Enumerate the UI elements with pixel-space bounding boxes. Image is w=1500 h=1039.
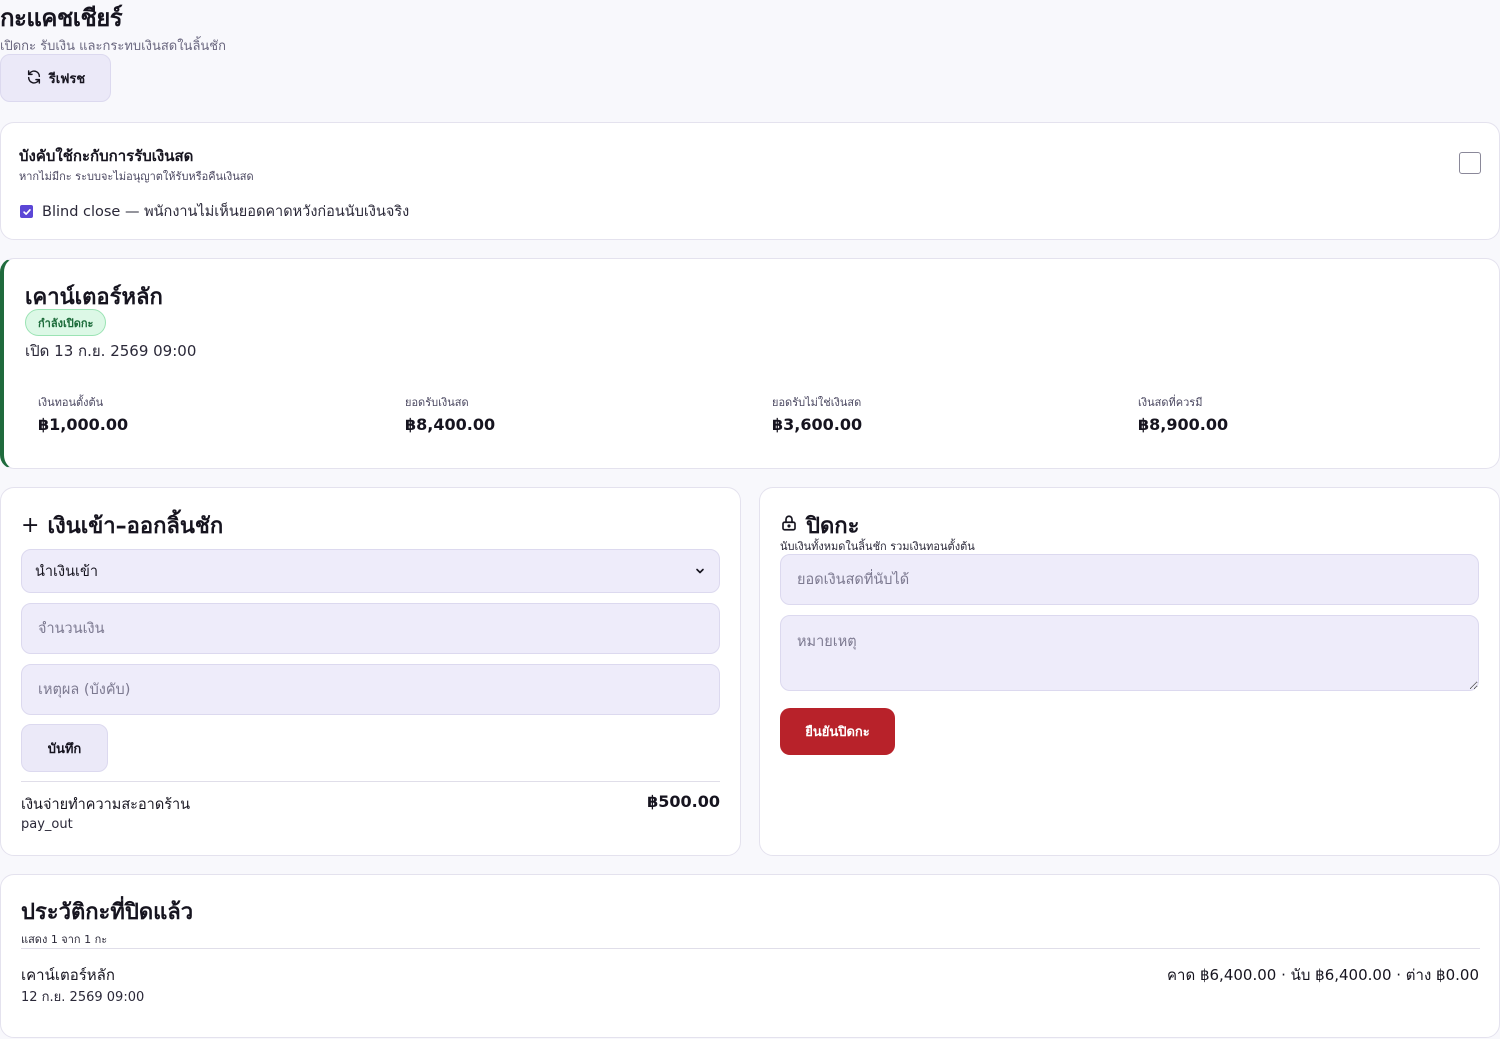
status-badge: กำลังเปิดกะ [25,309,107,336]
history-date: 12 ก.ย. 2569 09:00 [21,990,145,1005]
page-subtitle: เปิดกะ รับเงิน และกระทบเงินสดในลิ้นชัก [0,39,226,54]
shift-opened-at: เปิด 13 ก.ย. 2569 09:00 [25,342,197,360]
movement-type-value: นำเงินเข้า [35,563,99,580]
transaction-description: เงินจ่ายทำความสะอาดร้าน [21,797,191,813]
lock-icon [780,513,798,538]
refresh-button[interactable]: รีเฟรช [0,54,111,102]
plus-icon: + [21,513,40,538]
chevron-down-icon [696,568,704,574]
transaction-type: pay_out [21,817,73,832]
page-header: กะแคชเชียร์ เปิดกะ รับเงิน และกระทบเงินส… [0,0,1500,110]
blind-close-label: Blind close — พนักงานไม่เห็นยอดคาดหวังก่… [42,204,410,220]
stat-value: ฿1,000.00 [38,415,129,434]
stat-label: ยอดรับไม่ใช่เงินสด [772,396,862,409]
stat-label: ยอดรับเงินสด [405,396,469,409]
shift-history-card: ประวัติกะที่ปิดแล้ว แสดง 1 จาก 1 กะ เคาน… [0,874,1500,1038]
stat-expected-cash: เงินสดที่ควรมี ฿8,900.00 [1138,393,1228,434]
reason-input[interactable] [21,664,720,715]
counted-cash-input[interactable] [780,554,1479,605]
divider [21,781,720,782]
close-shift-card: ปิดกะ นับเงินทั้งหมดในลิ้นชัก รวมเงินทอน… [759,487,1500,856]
cash-movement-card: + เงินเข้า–ออกลิ้นชัก นำเงินเข้า บันทึก … [0,487,741,856]
history-summary: คาด ฿6,400.00 · นับ ฿6,400.00 · ต่าง ฿0.… [1167,966,1479,984]
stat-cash-received: ยอดรับเงินสด ฿8,400.00 [405,393,495,434]
history-title: ประวัติกะที่ปิดแล้ว [21,900,194,925]
divider [21,948,1480,949]
blind-close-checkbox[interactable] [20,205,33,218]
page-title: กะแคชเชียร์ [0,4,123,32]
history-counter-name: เคาน์เตอร์หลัก [21,966,115,984]
cash-movement-heading: + เงินเข้า–ออกลิ้นชัก [21,508,223,543]
stat-opening-float: เงินทอนตั้งต้น ฿1,000.00 [38,393,128,434]
transaction-amount: ฿500.00 [647,792,720,811]
cash-movement-title: เงินเข้า–ออกลิ้นชัก [47,514,224,539]
history-count: แสดง 1 จาก 1 กะ [21,933,108,946]
confirm-close-shift-button[interactable]: ยืนยันปิดกะ [780,708,895,755]
stat-label: เงินสดที่ควรมี [1138,396,1203,409]
blind-close-option[interactable]: Blind close — พนักงานไม่เห็นยอดคาดหวังก่… [20,200,409,223]
enforce-shift-checkbox[interactable] [1459,152,1481,174]
stat-value: ฿8,900.00 [1138,415,1229,434]
note-textarea[interactable] [780,615,1479,691]
stat-noncash-received: ยอดรับไม่ใช่เงินสด ฿3,600.00 [772,393,862,434]
movement-type-select[interactable]: นำเงินเข้า [21,549,720,593]
refresh-label: รีเฟรช [48,70,86,86]
refresh-icon [26,69,42,88]
stat-label: เงินทอนตั้งต้น [38,396,104,409]
amount-input[interactable] [21,603,720,654]
enforce-shift-description: หากไม่มีกะ ระบบจะไม่อนุญาตให้รับหรือคืนเ… [19,170,254,183]
save-button[interactable]: บันทึก [21,724,108,772]
stat-value: ฿3,600.00 [772,415,863,434]
stat-value: ฿8,400.00 [405,415,496,434]
current-shift-card: เคาน์เตอร์หลัก กำลังเปิดกะ เปิด 13 ก.ย. … [0,258,1500,469]
settings-card: บังคับใช้กะกับการรับเงินสด หากไม่มีกะ ระ… [0,122,1500,240]
close-shift-description: นับเงินทั้งหมดในลิ้นชัก รวมเงินทอนตั้งต้… [780,540,975,553]
enforce-shift-title: บังคับใช้กะกับการรับเงินสด [19,147,194,165]
check-icon [22,208,31,215]
